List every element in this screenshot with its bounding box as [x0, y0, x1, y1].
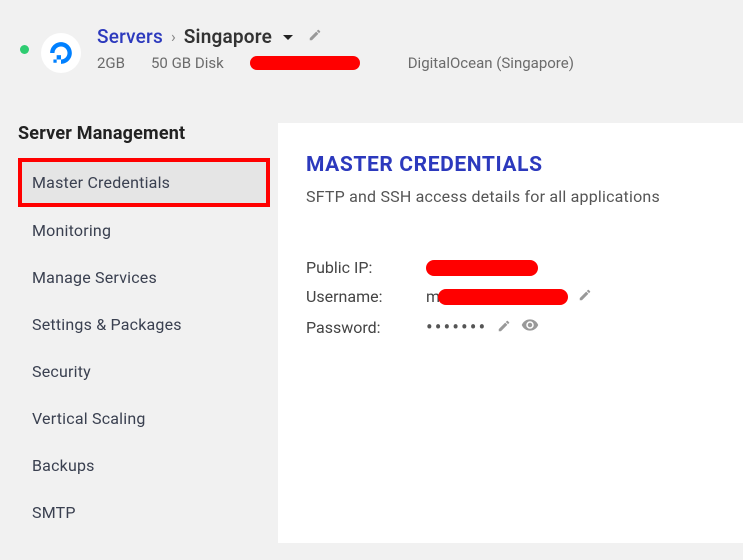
sidebar-item-label: Vertical Scaling: [32, 409, 146, 428]
main-area: Server Management Master Credentials Mon…: [0, 123, 743, 543]
eye-icon[interactable]: [521, 316, 539, 338]
chevron-right-icon: ›: [171, 27, 176, 46]
sidebar-item-settings-packages[interactable]: Settings & Packages: [18, 301, 278, 348]
sidebar-item-label: Security: [32, 362, 91, 381]
redacted-block: [438, 289, 568, 305]
digitalocean-icon: [48, 40, 74, 66]
server-header: Servers › Singapore 2GB 50 GB Disk Digit…: [0, 0, 743, 88]
sidebar-item-vertical-scaling[interactable]: Vertical Scaling: [18, 395, 278, 442]
edit-icon[interactable]: [578, 287, 592, 306]
sidebar-item-label: Monitoring: [32, 221, 111, 240]
edit-icon[interactable]: [308, 27, 322, 46]
server-ram: 2GB: [97, 54, 125, 72]
username-label: Username:: [306, 287, 426, 306]
public-ip-row: Public IP:: [306, 258, 715, 277]
redacted-block: [426, 260, 538, 276]
redacted-block: [250, 56, 360, 70]
breadcrumb-current: Singapore: [184, 25, 272, 48]
sidebar-item-label: SMTP: [32, 503, 76, 522]
password-row: Password: •••••••: [306, 316, 715, 338]
panel-title: MASTER CREDENTIALS: [306, 153, 715, 177]
sidebar-item-backups[interactable]: Backups: [18, 442, 278, 489]
sidebar-item-security[interactable]: Security: [18, 348, 278, 395]
sidebar-item-master-credentials[interactable]: Master Credentials: [18, 158, 270, 207]
server-provider: DigitalOcean (Singapore): [408, 54, 574, 72]
sidebar: Server Management Master Credentials Mon…: [0, 123, 278, 543]
sidebar-title: Server Management: [18, 123, 278, 144]
username-row: Username: m: [306, 287, 715, 306]
provider-logo-icon: [41, 33, 81, 73]
breadcrumb-root-link[interactable]: Servers: [97, 25, 163, 48]
sidebar-item-manage-services[interactable]: Manage Services: [18, 254, 278, 301]
server-disk: 50 GB Disk: [151, 54, 224, 72]
server-meta: 2GB 50 GB Disk DigitalOcean (Singapore): [97, 54, 723, 72]
dropdown-caret-icon[interactable]: [282, 27, 294, 46]
sidebar-item-label: Manage Services: [32, 268, 157, 287]
edit-icon[interactable]: [497, 318, 511, 337]
public-ip-label: Public IP:: [306, 258, 426, 277]
breadcrumb: Servers › Singapore: [97, 25, 723, 48]
sidebar-item-monitoring[interactable]: Monitoring: [18, 207, 278, 254]
sidebar-item-smtp[interactable]: SMTP: [18, 489, 278, 536]
password-label: Password:: [306, 318, 426, 337]
panel-subtitle: SFTP and SSH access details for all appl…: [306, 187, 715, 206]
sidebar-item-label: Backups: [32, 456, 95, 475]
header-info: Servers › Singapore 2GB 50 GB Disk Digit…: [97, 25, 723, 72]
password-value-masked: •••••••: [426, 322, 487, 332]
status-dot-icon: [20, 45, 29, 54]
sidebar-item-label: Master Credentials: [32, 173, 170, 192]
sidebar-item-label: Settings & Packages: [32, 315, 182, 334]
content-panel: MASTER CREDENTIALS SFTP and SSH access d…: [278, 123, 743, 543]
